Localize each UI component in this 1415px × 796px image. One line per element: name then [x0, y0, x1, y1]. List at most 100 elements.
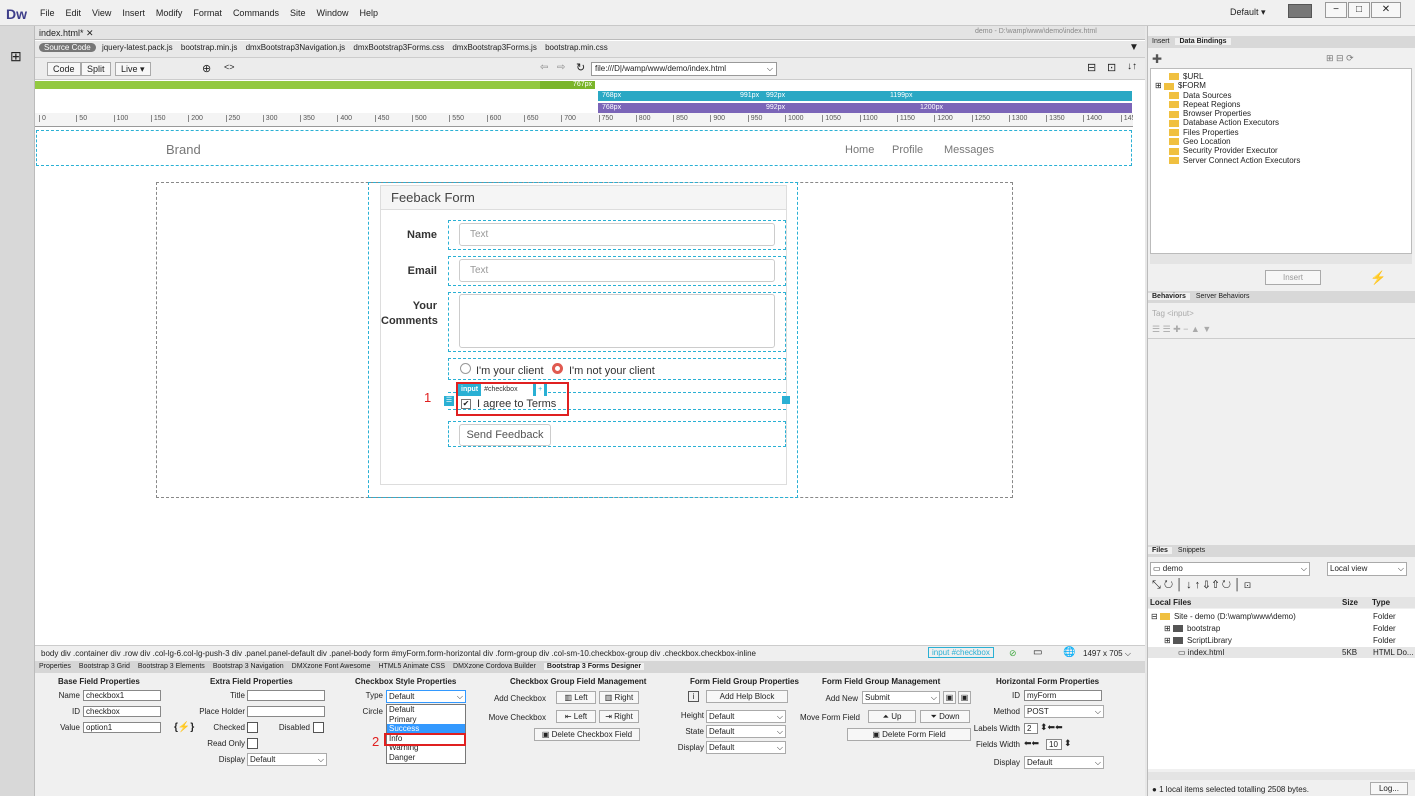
menu-modify[interactable]: Modify [156, 8, 183, 18]
move-right-button[interactable]: ⇥ Right [599, 710, 639, 723]
binding-db-executors[interactable]: Database Action Executors [1155, 118, 1411, 127]
form-id-input[interactable]: myForm [1024, 690, 1102, 701]
site-select[interactable]: ▭ demo ⌵ [1150, 562, 1310, 576]
binding-files-properties[interactable]: Files Properties [1155, 128, 1411, 137]
behaviors-tools-icon[interactable]: ☰ ☰ ✚ − ▲ ▼ [1152, 324, 1211, 335]
name-prop-input[interactable]: checkbox1 [83, 690, 161, 701]
tab-cordova[interactable]: DMXzone Cordova Builder [453, 663, 536, 670]
send-feedback-button[interactable]: Send Feedback [459, 424, 551, 446]
files-toolbar-icons[interactable]: ⤡ ↻ │ ↓ ↑ ⇩ ⇧ ↻ │ ⊡ [1152, 579, 1251, 592]
binding-repeat-regions[interactable]: Repeat Regions [1155, 100, 1411, 109]
id-prop-input[interactable]: checkbox [83, 706, 161, 717]
files-header-size[interactable]: Size [1342, 598, 1358, 607]
menu-commands[interactable]: Commands [233, 8, 279, 18]
related-file[interactable]: dmxBootstrap3Navigation.js [246, 43, 346, 52]
element-handle-icon[interactable]: ☰ [444, 396, 454, 406]
binding-server-connect[interactable]: Server Connect Action Executors [1155, 156, 1411, 165]
related-file[interactable]: jquery-latest.pack.js [102, 43, 173, 52]
document-tab[interactable]: index.html* ✕ [39, 28, 94, 39]
menu-view[interactable]: View [92, 8, 111, 18]
files-header-type[interactable]: Type [1372, 598, 1390, 607]
tab-animate-css[interactable]: HTML5 Animate CSS [379, 663, 446, 670]
tab-font-awesome[interactable]: DMXzone Font Awesome [292, 663, 371, 670]
page-icon[interactable]: ⊡ [1107, 61, 1116, 74]
related-file[interactable]: dmxBootstrap3Forms.css [353, 43, 444, 52]
fg-display-select[interactable]: Default ⌵ [706, 741, 786, 754]
move-left-button[interactable]: ⇤ Left [556, 710, 596, 723]
name-input[interactable]: Text [459, 223, 775, 246]
tab-bs3-grid[interactable]: Bootstrap 3 Grid [79, 663, 130, 670]
menu-site[interactable]: Site [290, 8, 306, 18]
add-help-block-button[interactable]: Add Help Block [706, 690, 788, 703]
media-query-767[interactable]: 767px [540, 81, 595, 89]
readonly-prop-checkbox[interactable] [247, 738, 258, 749]
height-select[interactable]: Default ⌵ [706, 710, 786, 723]
method-select[interactable]: POST ⌵ [1024, 705, 1104, 718]
refresh-icon[interactable]: ↻ [576, 61, 585, 74]
back-icon[interactable]: ⇦ [540, 62, 548, 73]
device-icon[interactable]: ▭ [1033, 647, 1042, 658]
wand-icon[interactable]: ⚡ [1370, 270, 1386, 286]
radio-client[interactable] [460, 363, 471, 374]
fields-width-stepper[interactable]: ⬍ [1064, 738, 1072, 749]
move-up-button[interactable]: ⏶ Up [868, 710, 916, 723]
labels-width-input[interactable]: 2 [1024, 723, 1038, 734]
code-navigator-icon[interactable]: <> [224, 62, 235, 72]
media-query-bar-teal[interactable]: 768px 991px 992px 1199px [598, 91, 1132, 101]
insert-binding-button[interactable]: Insert [1265, 270, 1321, 285]
file-management-icon[interactable]: ⊟ [1087, 61, 1096, 74]
related-file[interactable]: bootstrap.min.css [545, 43, 608, 52]
tab-data-bindings[interactable]: Data Bindings [1175, 38, 1231, 45]
state-select[interactable]: Default ⌵ [706, 725, 786, 738]
media-query-bar-purple[interactable]: 768px 992px 1200px [598, 103, 1132, 113]
binding-tools-icon[interactable]: ⊞ ⊟ ⟳ [1326, 53, 1354, 64]
delete-checkbox-button[interactable]: ▣ Delete Checkbox Field [534, 728, 640, 741]
view-select[interactable]: Local view ⌵ [1327, 562, 1407, 576]
add-below-icon[interactable]: ▣ [958, 691, 971, 704]
related-file[interactable]: bootstrap.min.js [181, 43, 237, 52]
preview-icon[interactable]: 🌐 [1063, 647, 1075, 658]
title-prop-input[interactable] [247, 690, 325, 701]
email-input[interactable]: Text [459, 259, 775, 282]
nav-link-messages[interactable]: Messages [944, 144, 994, 156]
split-view-button[interactable]: Split [81, 62, 111, 76]
checked-prop-checkbox[interactable] [247, 722, 258, 733]
menu-edit[interactable]: Edit [66, 8, 82, 18]
placeholder-prop-input[interactable] [247, 706, 325, 717]
close-button[interactable]: ✕ [1371, 2, 1401, 18]
forward-icon[interactable]: ⇨ [557, 62, 565, 73]
resize-handle[interactable] [782, 396, 790, 404]
tab-bs3-elements[interactable]: Bootstrap 3 Elements [138, 663, 205, 670]
nav-link-home[interactable]: Home [845, 144, 874, 156]
current-tag[interactable]: input #checkbox [928, 647, 994, 658]
tab-snippets[interactable]: Snippets [1174, 547, 1209, 554]
binding-security[interactable]: Security Provider Executor [1155, 146, 1411, 155]
tab-bs3-navigation[interactable]: Bootstrap 3 Navigation [213, 663, 284, 670]
sort-icon[interactable]: ↓↑ [1127, 61, 1137, 72]
media-query-bar-green[interactable] [35, 81, 595, 89]
maximize-button[interactable]: □ [1348, 2, 1370, 18]
tab-behaviors[interactable]: Behaviors [1148, 293, 1190, 300]
fields-width-input[interactable]: 10 [1046, 739, 1062, 750]
comments-textarea[interactable] [459, 294, 775, 348]
file-row-bootstrap[interactable]: ⊞ bootstrap [1164, 624, 1220, 633]
related-file[interactable]: dmxBootstrap3Forms.js [452, 43, 536, 52]
move-down-button[interactable]: ⏷ Down [920, 710, 970, 723]
binding-form[interactable]: ⊞ $FORM [1155, 81, 1411, 90]
menu-window[interactable]: Window [316, 8, 348, 18]
type-option-danger[interactable]: Danger [387, 753, 465, 763]
binding-url[interactable]: $URL [1155, 72, 1411, 81]
add-left-button[interactable]: ▥ Left [556, 691, 596, 704]
menu-file[interactable]: File [40, 8, 55, 18]
type-option-primary[interactable]: Primary [387, 715, 465, 725]
labels-width-stepper[interactable]: ⬍⬅⬅ [1040, 722, 1063, 733]
related-file-source[interactable]: Source Code [39, 43, 96, 52]
live-view-button[interactable]: Live ▾ [115, 62, 151, 76]
type-option-default[interactable]: Default [387, 705, 465, 715]
tag-path[interactable]: body div .container div .row div .col-lg… [41, 649, 756, 658]
tab-properties[interactable]: Properties [39, 663, 71, 670]
validation-icon[interactable]: ⊘ [1009, 648, 1017, 659]
delete-form-field-button[interactable]: ▣ Delete Form Field [847, 728, 971, 741]
binding-geo-location[interactable]: Geo Location [1155, 137, 1411, 146]
sync-settings-icon[interactable] [1288, 4, 1312, 18]
